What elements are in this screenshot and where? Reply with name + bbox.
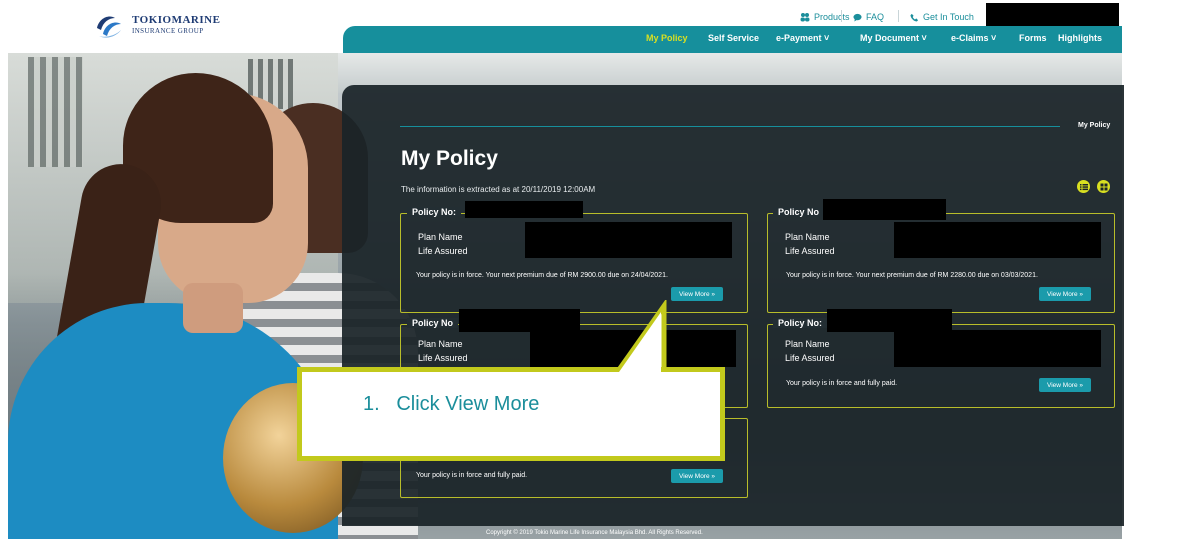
policy-card-title: Policy No: [773, 318, 828, 328]
view-more-button[interactable]: View More » [1039, 287, 1092, 301]
nav-highlights[interactable]: Highlights [1058, 33, 1102, 43]
nav-my-policy[interactable]: My Policy [646, 33, 688, 43]
redacted-policy-number [823, 199, 946, 220]
life-assured-label: Life Assured [418, 246, 468, 256]
policy-card-title: Policy No [773, 207, 825, 217]
plan-name-label: Plan Name [418, 339, 463, 349]
copyright-text: Copyright © 2019 Tokio Marine Life Insur… [486, 530, 703, 536]
plan-name-label: Plan Name [785, 339, 830, 349]
policy-status-text: Your policy is in force and fully paid. [416, 472, 528, 479]
redacted-plan-details [525, 222, 732, 258]
callout-instruction-text: 1. Click View More [363, 393, 540, 415]
plan-name-label: Plan Name [785, 232, 830, 242]
tokio-marine-logo-icon[interactable] [93, 10, 125, 42]
policy-status-text: Your policy is in force and fully paid. [786, 380, 898, 387]
policy-status-text: Your policy is in force. Your next premi… [416, 272, 668, 279]
nav-my-document[interactable]: My Document ˅ [860, 33, 927, 43]
breadcrumb[interactable]: My Policy [1078, 122, 1110, 129]
faq-link[interactable]: FAQ [853, 10, 884, 24]
redacted-policy-number [465, 201, 583, 218]
nav-e-claims[interactable]: e-Claims ˅ [951, 33, 996, 43]
life-assured-label: Life Assured [785, 246, 835, 256]
list-view-icon[interactable] [1077, 180, 1090, 193]
view-more-button[interactable]: View More » [1039, 378, 1092, 392]
redacted-plan-details [894, 222, 1101, 258]
plan-name-label: Plan Name [418, 232, 463, 242]
policy-card-title: Policy No: [407, 207, 462, 217]
nav-e-payment[interactable]: e-Payment ˅ [776, 33, 829, 43]
redacted-user-name [986, 3, 1119, 28]
view-more-button[interactable]: View More » [671, 469, 724, 483]
people-icon [800, 13, 810, 22]
products-link[interactable]: Products [800, 10, 850, 24]
brand-subtitle: INSURANCE GROUP [132, 27, 204, 35]
utility-divider [898, 10, 899, 22]
nav-forms[interactable]: Forms [1019, 33, 1047, 43]
life-assured-label: Life Assured [418, 353, 468, 363]
redacted-plan-details [894, 330, 1101, 367]
page-title: My Policy [401, 147, 498, 170]
grid-view-icon[interactable] [1097, 180, 1110, 193]
redacted-policy-number [827, 309, 952, 332]
life-assured-label: Life Assured [785, 353, 835, 363]
header-divider-line [400, 126, 1060, 127]
faq-link-label: FAQ [866, 12, 885, 22]
get-in-touch-link[interactable]: Get In Touch [910, 10, 974, 24]
chat-icon [853, 13, 862, 22]
policy-status-text: Your policy is in force. Your next premi… [786, 272, 1038, 279]
view-more-button[interactable]: View More » [671, 287, 724, 301]
get-in-touch-link-label: Get In Touch [923, 12, 974, 22]
phone-icon [910, 13, 919, 22]
brand-name: TOKIOMARINE [132, 14, 221, 26]
utility-divider [841, 10, 842, 22]
products-link-label: Products [814, 12, 850, 22]
nav-self-service[interactable]: Self Service [708, 33, 759, 43]
callout-pointer-cover [619, 312, 661, 372]
extraction-info-text: The information is extracted as at 20/11… [401, 185, 596, 194]
policy-card-title: Policy No [407, 318, 459, 328]
